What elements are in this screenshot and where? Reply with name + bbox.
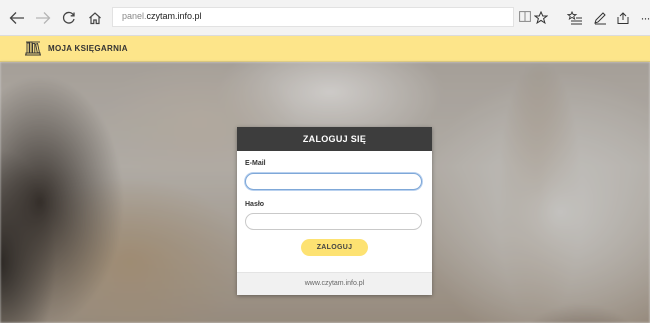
login-card: ZALOGUJ SIĘ E-Mail Hasło ZALOGUJ www.czy… — [237, 127, 432, 295]
url-domain: czytam.info.pl — [146, 11, 202, 21]
refresh-icon[interactable] — [60, 9, 78, 27]
reading-view-icon[interactable] — [519, 11, 531, 22]
share-icon[interactable] — [614, 9, 632, 27]
url-subdomain: panel. — [122, 11, 147, 21]
home-icon[interactable] — [86, 9, 104, 27]
footer-website-link[interactable]: www.czytam.info.pl — [237, 280, 432, 287]
address-text: panel.czytam.info.pl — [122, 11, 202, 21]
favorites-list-icon[interactable] — [566, 9, 584, 27]
screen: panel.czytam.info.pl ··· MOJA KSIĘGARNIA… — [0, 0, 650, 323]
site-name[interactable]: MOJA KSIĘGARNIA — [48, 44, 128, 53]
back-arrow-icon[interactable] — [8, 9, 26, 27]
login-button[interactable]: ZALOGUJ — [301, 239, 368, 256]
email-label: E-Mail — [245, 160, 266, 167]
address-bar[interactable]: panel.czytam.info.pl — [112, 7, 514, 27]
bookshelf-icon[interactable] — [24, 40, 42, 56]
browser-toolbar: panel.czytam.info.pl ··· — [0, 0, 650, 36]
email-field[interactable] — [245, 173, 422, 190]
forward-arrow-icon[interactable] — [34, 9, 52, 27]
login-title: ZALOGUJ SIĘ — [302, 134, 367, 144]
password-label: Hasło — [245, 201, 265, 208]
site-header: MOJA KSIĘGARNIA — [0, 36, 650, 62]
password-field[interactable] — [245, 213, 422, 230]
star-icon[interactable] — [532, 9, 550, 27]
pen-icon[interactable] — [591, 9, 609, 27]
login-footer: www.czytam.info.pl — [237, 272, 432, 295]
more-icon[interactable]: ··· — [636, 9, 650, 27]
login-header: ZALOGUJ SIĘ — [237, 127, 432, 151]
